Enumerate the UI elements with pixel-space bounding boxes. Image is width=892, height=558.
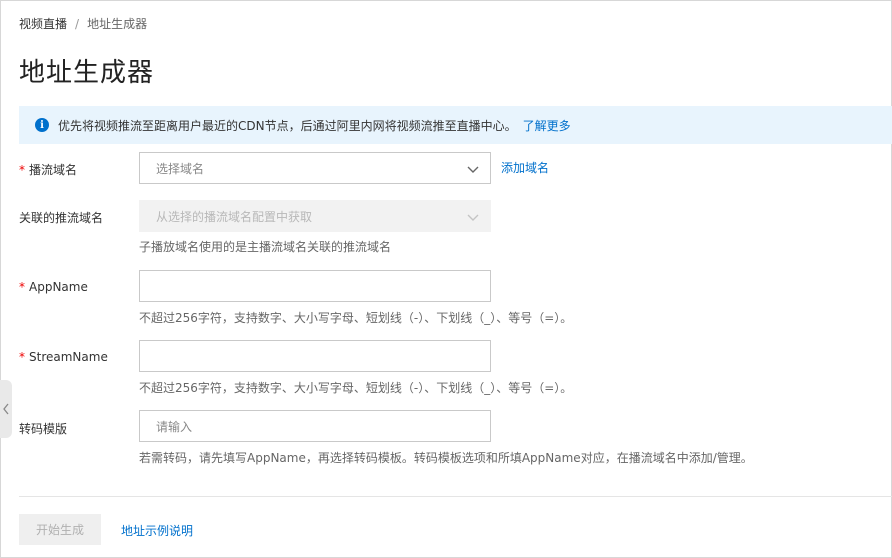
chevron-left-icon	[3, 403, 9, 415]
stream-name-help: 不超过256字符，支持数字、大小写字母、短划线（-）、下划线（_）、等号（=）。	[139, 381, 573, 395]
breadcrumb-current: 地址生成器	[87, 17, 148, 31]
related-push-domain-select: 从选择的播流域名配置中获取	[139, 200, 491, 232]
push-domain-select[interactable]: 选择域名	[139, 152, 491, 184]
generate-button[interactable]: 开始生成	[19, 514, 101, 545]
notice-text: 优先将视频推流至距离用户最近的CDN节点，后通过阿里内网将视频流推至直播中心。	[58, 118, 517, 133]
required-mark: *	[19, 280, 25, 294]
transcode-template-label: 转码模版	[19, 422, 68, 436]
related-push-domain-help: 子播放域名使用的是主播流域名关联的推流域名	[139, 240, 392, 254]
stream-name-label: * StreamName	[19, 350, 108, 364]
info-notice: i 优先将视频推流至距离用户最近的CDN节点，后通过阿里内网将视频流推至直播中心…	[19, 106, 892, 144]
breadcrumb: 视频直播 / 地址生成器	[19, 15, 147, 32]
required-mark: *	[19, 163, 25, 177]
app-name-label: * AppName	[19, 280, 88, 294]
app-name-input[interactable]	[139, 270, 491, 302]
stream-name-input[interactable]	[139, 340, 491, 372]
learn-more-link[interactable]: 了解更多	[523, 117, 571, 134]
breadcrumb-parent[interactable]: 视频直播	[19, 15, 67, 32]
transcode-template-placeholder: 请输入	[156, 419, 193, 434]
related-push-domain-label: 关联的推流域名	[19, 211, 104, 225]
page-title: 地址生成器	[19, 58, 155, 88]
chevron-down-icon	[467, 166, 479, 173]
add-domain-link[interactable]: 添加域名	[501, 159, 549, 176]
sidebar-collapse-handle[interactable]	[0, 380, 12, 438]
footer-divider	[19, 496, 892, 497]
breadcrumb-separator: /	[75, 16, 80, 31]
transcode-template-input[interactable]: 请输入	[139, 410, 491, 442]
chevron-down-icon	[467, 214, 479, 221]
app-name-help: 不超过256字符，支持数字、大小写字母、短划线（-）、下划线（_）、等号（=）。	[139, 311, 573, 325]
info-icon: i	[35, 118, 49, 132]
address-example-link[interactable]: 地址示例说明	[121, 522, 193, 539]
push-domain-placeholder: 选择域名	[156, 161, 205, 176]
push-domain-label: * 播流域名	[19, 163, 78, 177]
transcode-template-help: 若需转码，请先填写AppName，再选择转码模板。转码模板选项和所填AppNam…	[139, 451, 753, 465]
required-mark: *	[19, 350, 25, 364]
related-push-domain-placeholder: 从选择的播流域名配置中获取	[156, 209, 313, 224]
